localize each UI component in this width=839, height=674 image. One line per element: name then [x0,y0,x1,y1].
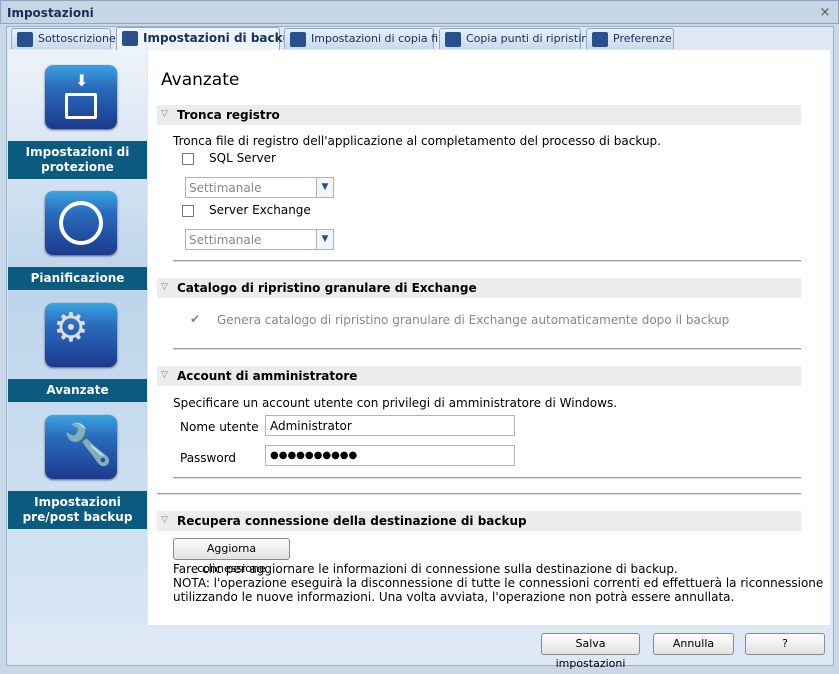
chevron-down-icon: ▼ [316,230,333,249]
tab-label: Copia punti di ripristino [466,32,595,45]
wrench-icon[interactable]: 🔧 [45,415,117,479]
sidebar: ⬇ Impostazioni di protezione Pianificazi… [8,50,147,625]
tab-label: Preferenze [613,32,672,45]
exchange-checkbox[interactable] [182,205,194,217]
reconnect-info-2: NOTA: l'operazione eseguirà la disconnes… [173,576,824,590]
section-recupera-connessione[interactable]: Recupera connessione della destinazione … [157,511,801,531]
sidebar-item-pre-post[interactable]: Impostazioni pre/post backup [8,491,147,529]
password-input[interactable]: ●●●●●●●●●● [265,445,515,466]
tab-copia-punti[interactable]: Copia punti di ripristino [439,28,595,49]
sidebar-item-pianificazione[interactable]: Pianificazione [8,267,147,290]
exchange-frequency-select[interactable]: Settimanale ▼ [185,229,334,250]
section-account-admin[interactable]: Account di amministratore [157,366,801,386]
divider [157,493,801,495]
reconnect-info-1: Fare clic per aggiornare le informazioni… [173,562,678,576]
sql-frequency-select[interactable]: Settimanale ▼ [185,177,334,198]
sidebar-item-protezione[interactable]: Impostazioni di protezione [8,141,147,179]
sql-server-label: SQL Server [209,151,276,165]
window-title: Impostazioni [7,6,94,20]
catalog-checkbox-checked[interactable]: ✔ [190,312,200,326]
gears-icon[interactable]: ⚙ [45,303,117,367]
divider [173,260,801,262]
section-tronca-registro[interactable]: Tronca registro [157,105,801,125]
exchange-label: Server Exchange [209,203,311,217]
divider [173,348,801,350]
select-value: Settimanale [189,181,262,195]
close-icon[interactable]: × [818,6,832,20]
section-catalogo[interactable]: Catalogo di ripristino granulare di Exch… [157,278,801,298]
restore-copy-icon [445,32,461,47]
page-title: Avanzate [161,70,240,90]
chevron-down-icon: ▼ [316,178,333,197]
save-button[interactable]: Salva impostazioni [541,633,640,670]
cancel-button[interactable]: Annulla [653,633,734,655]
help-button[interactable]: ? [745,633,825,655]
catalog-option-label: Genera catalogo di ripristino granulare … [217,313,730,327]
refresh-connection-button[interactable]: Aggiorna connessione [173,538,290,575]
sql-server-checkbox[interactable] [182,153,194,165]
clock-icon[interactable] [45,191,117,255]
title-bar: Impostazioni × [0,0,839,24]
backup-icon [122,31,138,46]
preferences-icon [592,32,608,47]
file-copy-icon [290,32,306,47]
tab-sottoscrizione[interactable]: Sottoscrizione [11,28,116,49]
user-icon [17,32,33,47]
select-value: Settimanale [189,233,262,247]
username-label: Nome utente [180,420,259,434]
tab-label: Impostazioni di backup [143,31,300,45]
tab-preferenze[interactable]: Preferenze [586,28,674,49]
tab-label: Impostazioni di copia file [311,32,448,45]
username-input[interactable]: Administrator [265,415,515,436]
sidebar-item-avanzate[interactable]: Avanzate [8,379,147,402]
reconnect-info-3: utilizzando le nuove informazioni. Una v… [173,590,735,604]
admin-description: Specificare un account utente con privil… [173,396,618,410]
tab-label: Sottoscrizione [38,32,116,45]
tab-copia-file[interactable]: Impostazioni di copia file [284,28,448,49]
password-label: Password [180,451,237,465]
divider [173,477,801,479]
protection-drive-icon[interactable]: ⬇ [45,65,117,129]
truncate-description: Tronca file di registro dell'applicazion… [173,134,661,148]
tab-impostazioni-backup[interactable]: Impostazioni di backup [116,27,300,50]
